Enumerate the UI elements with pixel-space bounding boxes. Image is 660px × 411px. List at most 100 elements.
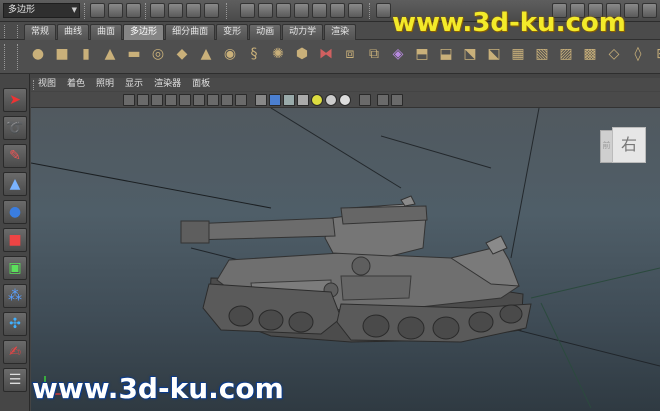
shelf-grip[interactable] — [4, 25, 18, 38]
make-live-icon[interactable] — [312, 3, 327, 18]
grid-line — [530, 267, 660, 299]
panel-grip[interactable] — [33, 80, 36, 90]
tab-animation[interactable]: 动画 — [249, 24, 282, 40]
checker-icon[interactable] — [297, 94, 309, 106]
select-hierarchy-icon[interactable] — [150, 3, 165, 18]
wireframe-icon[interactable] — [255, 94, 267, 106]
tab-polygons[interactable]: 多边形 — [123, 24, 165, 40]
append-polygon-icon[interactable]: ⬔ — [460, 44, 480, 64]
select-object-icon[interactable] — [168, 3, 183, 18]
menu-set-dropdown[interactable]: 多边形 ▼ — [3, 3, 80, 18]
image-plane-icon[interactable] — [165, 94, 177, 106]
rotate-tool-button[interactable]: ● — [3, 200, 27, 224]
modeling-toolkit-icon[interactable] — [642, 3, 657, 18]
arrow-cursor-icon: ➤ — [9, 92, 21, 108]
merge-icon[interactable]: ▨ — [556, 44, 576, 64]
select-camera-icon[interactable] — [123, 94, 135, 106]
manipulator-tool-button[interactable]: ▣ — [3, 256, 27, 280]
poly-soccer-ball-icon[interactable]: ✺ — [268, 44, 288, 64]
tab-dynamics[interactable]: 动力学 — [282, 24, 324, 40]
poly-prism-icon[interactable]: ◆ — [172, 44, 192, 64]
smooth-icon[interactable]: ◈ — [388, 44, 408, 64]
poly-sphere-icon[interactable]: ● — [28, 44, 48, 64]
split-polygon-icon[interactable]: ⬕ — [484, 44, 504, 64]
paint-select-tool-button[interactable]: ✎ — [3, 144, 27, 168]
sculpt-tool-button[interactable]: ✍ — [3, 340, 27, 364]
extrude-icon[interactable]: ⬒ — [412, 44, 432, 64]
two-d-pan-zoom-icon[interactable] — [179, 94, 191, 106]
outliner-icon[interactable] — [624, 3, 639, 18]
tab-surfaces[interactable]: 曲面 — [90, 24, 123, 40]
isolate-select-icon[interactable] — [359, 94, 371, 106]
insert-edge-loop-icon[interactable]: ▦ — [508, 44, 528, 64]
layout-tool-button[interactable]: ☰ — [3, 368, 27, 392]
poly-cylinder-icon[interactable]: ▮ — [76, 44, 96, 64]
wedge-face-icon[interactable]: ◊ — [628, 44, 648, 64]
poly-helix-icon[interactable]: § — [244, 44, 264, 64]
save-scene-icon[interactable] — [126, 3, 141, 18]
combine-icon[interactable]: ⧓ — [316, 44, 336, 64]
smooth-shade-icon[interactable] — [269, 94, 281, 106]
poly-plane-icon[interactable]: ▬ — [124, 44, 144, 64]
film-gate-icon[interactable] — [207, 94, 219, 106]
select-component-icon[interactable] — [186, 3, 201, 18]
shadows-icon[interactable] — [339, 94, 351, 106]
snap-view-plane-icon[interactable] — [294, 3, 309, 18]
grid-icon[interactable] — [193, 94, 205, 106]
snap-grid-icon[interactable] — [240, 3, 255, 18]
last-tool-button[interactable]: ✣ — [3, 312, 27, 336]
menu-show[interactable]: 显示 — [125, 78, 143, 91]
construction-history-icon[interactable] — [348, 3, 363, 18]
poly-torus-icon[interactable]: ◎ — [148, 44, 168, 64]
move-tool-button[interactable]: ▲ — [3, 172, 27, 196]
camera-attributes-icon[interactable] — [137, 94, 149, 106]
offset-edge-loop-icon[interactable]: ▧ — [532, 44, 552, 64]
poly-platonic-icon[interactable]: ⬢ — [292, 44, 312, 64]
all-lights-icon[interactable] — [325, 94, 337, 106]
lock-selection-icon[interactable] — [204, 3, 219, 18]
render-frame-icon[interactable] — [376, 3, 391, 18]
shelf-grip[interactable] — [4, 44, 18, 70]
mirror-icon[interactable]: ⧉ — [364, 44, 384, 64]
xray-joints-icon[interactable] — [391, 94, 403, 106]
grid-line — [510, 108, 540, 259]
resolution-gate-icon[interactable] — [221, 94, 233, 106]
scale-tool-button[interactable]: ■ — [3, 228, 27, 252]
lasso-tool-button[interactable]: ➰ — [3, 116, 27, 140]
tank-model[interactable] — [180, 195, 532, 343]
poke-face-icon[interactable]: ◇ — [604, 44, 624, 64]
snap-point-icon[interactable] — [276, 3, 291, 18]
bridge-icon[interactable]: ⬓ — [436, 44, 456, 64]
poly-cone-icon[interactable]: ▲ — [100, 44, 120, 64]
select-tool-button[interactable]: ➤ — [3, 88, 27, 112]
bevel-icon[interactable]: ▩ — [580, 44, 600, 64]
default-lighting-icon[interactable] — [311, 94, 323, 106]
textured-icon[interactable] — [283, 94, 295, 106]
menu-shading[interactable]: 着色 — [67, 78, 85, 91]
view-cube-face[interactable]: 右 — [612, 127, 646, 163]
separate-icon[interactable]: ⧈ — [340, 44, 360, 64]
soft-mod-tool-button[interactable]: ⁂ — [3, 284, 27, 308]
duplicate-face-icon[interactable]: ⊞ — [652, 44, 660, 64]
poly-pyramid-icon[interactable]: ▲ — [196, 44, 216, 64]
menu-panels[interactable]: 面板 — [192, 78, 210, 91]
menu-renderer[interactable]: 渲染器 — [154, 78, 181, 91]
tab-rendering[interactable]: 渲染 — [324, 24, 357, 40]
tab-subdivs[interactable]: 细分曲面 — [165, 24, 216, 40]
tab-deformation[interactable]: 变形 — [216, 24, 249, 40]
bookmarks-icon[interactable] — [151, 94, 163, 106]
poly-pipe-icon[interactable]: ◉ — [220, 44, 240, 64]
xray-icon[interactable] — [377, 94, 389, 106]
tab-curves[interactable]: 曲线 — [57, 24, 90, 40]
viewport-3d[interactable]: 前 右 — [31, 108, 660, 411]
open-scene-icon[interactable] — [108, 3, 123, 18]
snap-curve-icon[interactable] — [258, 3, 273, 18]
menu-view[interactable]: 视图 — [38, 78, 56, 91]
history-icon[interactable] — [330, 3, 345, 18]
new-scene-icon[interactable] — [90, 3, 105, 18]
menu-lighting[interactable]: 照明 — [96, 78, 114, 91]
view-cube[interactable]: 前 右 — [600, 127, 646, 169]
tab-general[interactable]: 常规 — [24, 24, 57, 40]
safe-action-icon[interactable] — [235, 94, 247, 106]
poly-cube-icon[interactable]: ■ — [52, 44, 72, 64]
